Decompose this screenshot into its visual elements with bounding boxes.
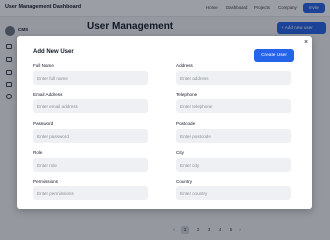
country-input[interactable] (176, 186, 291, 200)
role-input[interactable] (33, 158, 148, 172)
address-label: Address (176, 63, 193, 68)
add-user-modal: Add New User × Create User Full Name Ema… (17, 36, 312, 209)
telephone-input[interactable] (176, 99, 291, 113)
address-input[interactable] (176, 71, 291, 85)
city-label: City (176, 150, 184, 155)
country-label: Country (176, 179, 193, 184)
city-input[interactable] (176, 158, 291, 172)
telephone-label: Telephone (176, 92, 198, 97)
postcode-input[interactable] (176, 129, 291, 143)
create-user-button[interactable]: Create User (254, 49, 294, 62)
email-label: Email Address (33, 92, 63, 97)
full-name-label: Full Name (33, 63, 54, 68)
permissions-input[interactable] (33, 186, 148, 200)
close-icon[interactable]: × (301, 38, 311, 48)
modal-title: Add New User (33, 49, 74, 55)
password-input[interactable] (33, 129, 148, 143)
postcode-label: Postcode (176, 121, 196, 126)
role-label: Role (33, 150, 43, 155)
password-label: Password (33, 121, 54, 126)
permissions-label: Permissions (33, 179, 59, 184)
full-name-input[interactable] (33, 71, 148, 85)
email-input[interactable] (33, 99, 148, 113)
